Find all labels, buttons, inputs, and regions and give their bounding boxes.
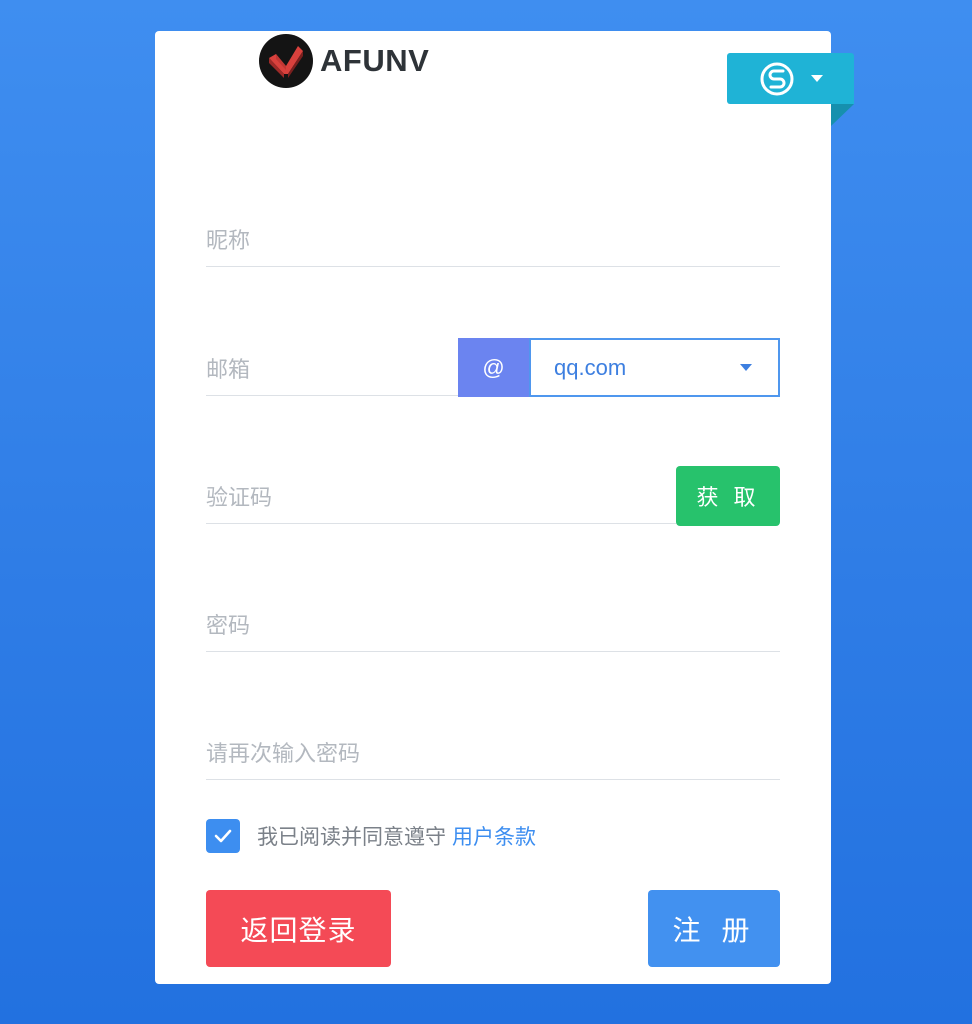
nickname-field[interactable] — [206, 207, 780, 267]
language-toggle-button[interactable] — [727, 53, 854, 104]
register-button[interactable]: 注 册 — [648, 890, 780, 967]
nickname-input[interactable] — [206, 207, 780, 266]
check-icon — [214, 829, 232, 843]
email-domain-value: qq.com — [554, 354, 627, 380]
email-domain-select[interactable]: qq.com — [529, 338, 780, 397]
confirm-password-field[interactable] — [206, 720, 780, 780]
code-field[interactable] — [206, 464, 676, 524]
agreement-checkbox[interactable] — [206, 819, 240, 853]
agreement-text: 我已阅读并同意遵守 — [257, 825, 446, 849]
terms-link[interactable]: 用户条款 — [452, 821, 536, 851]
password-input[interactable] — [206, 592, 780, 651]
chevron-down-icon — [740, 364, 752, 371]
agreement-row: 我已阅读并同意遵守 用户条款 — [206, 819, 536, 853]
password-field[interactable] — [206, 592, 780, 652]
email-input[interactable] — [206, 336, 458, 395]
brand: AFUNV — [258, 33, 429, 89]
ribbon-fold — [831, 104, 854, 126]
brand-name: AFUNV — [320, 43, 430, 78]
check-shield-logo-icon — [259, 34, 313, 88]
email-at-sign: @ — [458, 338, 529, 397]
confirm-password-input[interactable] — [206, 720, 780, 779]
back-to-login-button[interactable]: 返回登录 — [206, 890, 391, 967]
chevron-down-icon — [810, 75, 823, 82]
language-switch-icon — [760, 62, 793, 95]
email-field[interactable] — [206, 336, 458, 396]
code-input[interactable] — [206, 464, 676, 523]
get-code-button[interactable]: 获 取 — [676, 466, 780, 526]
